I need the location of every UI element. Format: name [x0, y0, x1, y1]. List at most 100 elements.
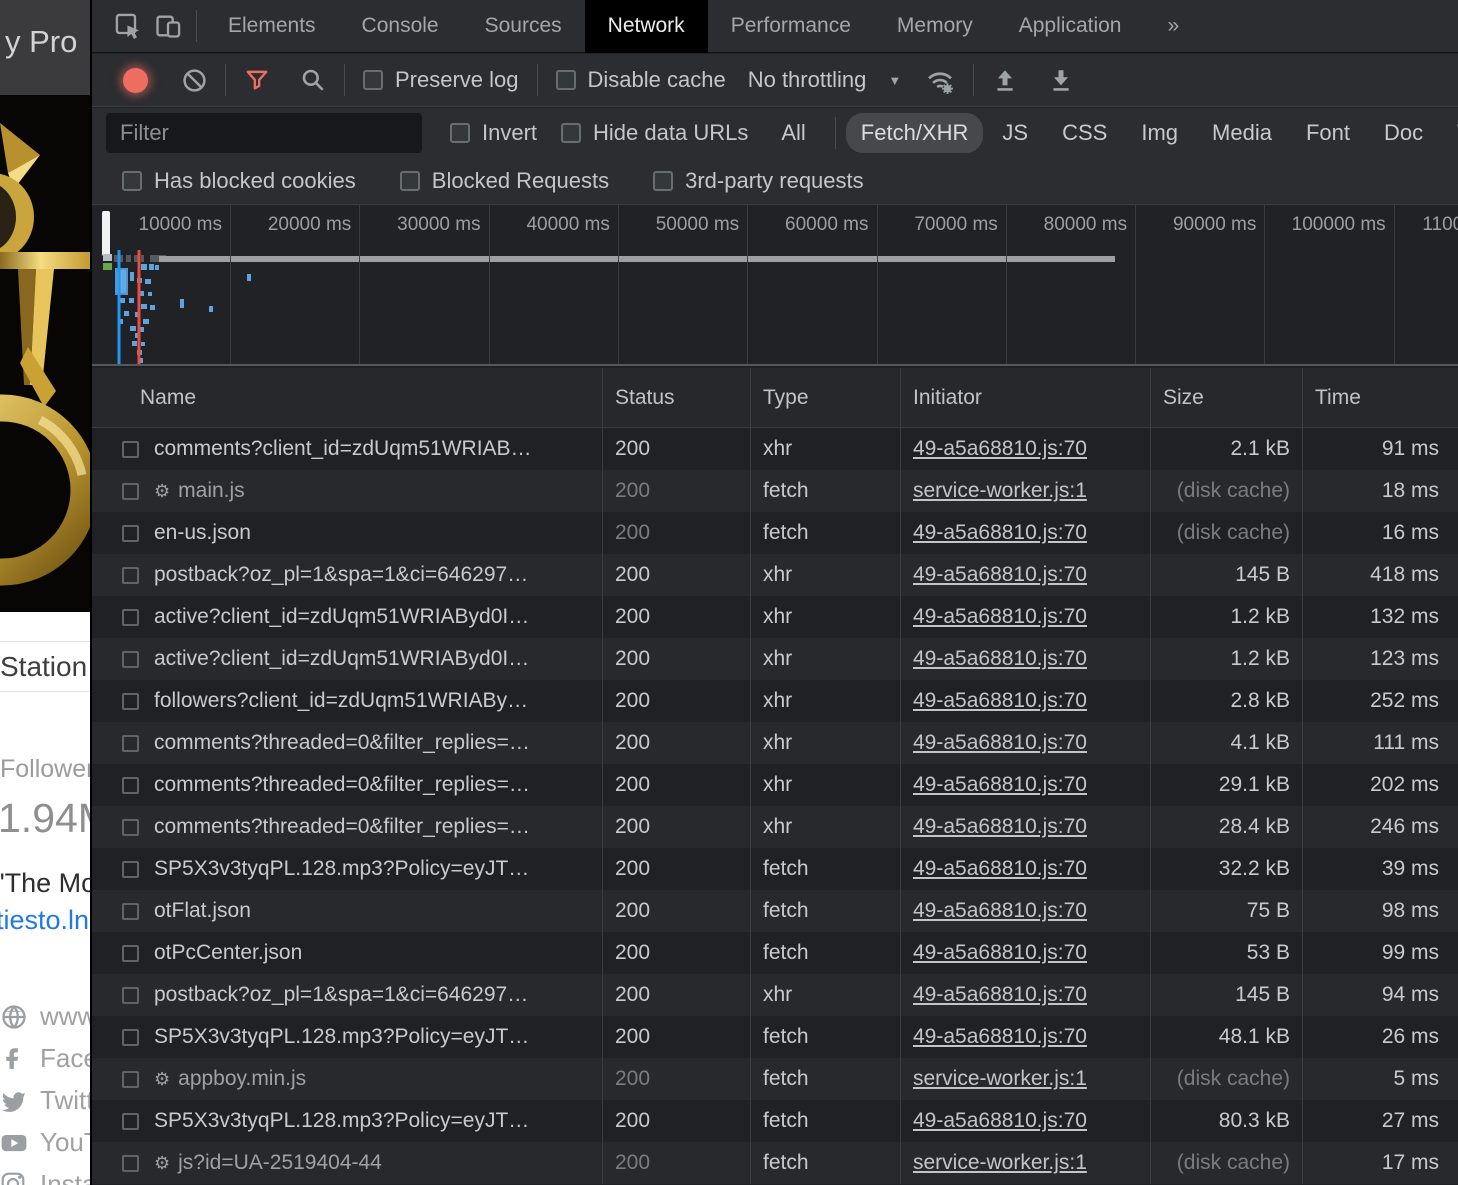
type-filter-media[interactable]: Media: [1197, 113, 1287, 153]
tab-network[interactable]: Network: [585, 0, 708, 53]
row-checkbox[interactable]: [122, 1155, 139, 1172]
table-row[interactable]: comments?threaded=0&filter_replies=…200x…: [92, 722, 1458, 764]
tab-memory[interactable]: Memory: [874, 0, 996, 53]
initiator-link[interactable]: service-worker.js:1: [913, 479, 1087, 503]
record-button[interactable]: [123, 68, 148, 93]
table-row[interactable]: comments?threaded=0&filter_replies=…200x…: [92, 764, 1458, 806]
table-row[interactable]: SP5X3v3tyqPL.128.mp3?Policy=eyJT…200fetc…: [92, 1016, 1458, 1058]
preserve-log-checkbox[interactable]: Preserve log: [363, 67, 519, 93]
row-checkbox[interactable]: [122, 525, 139, 542]
column-header-status[interactable]: Status: [602, 368, 750, 427]
social-link-www[interactable]: www.: [0, 995, 90, 1037]
clear-button[interactable]: [182, 68, 207, 93]
initiator-link[interactable]: 49-a5a68810.js:70: [913, 941, 1087, 965]
initiator-link[interactable]: 49-a5a68810.js:70: [913, 647, 1087, 671]
row-checkbox[interactable]: [122, 987, 139, 1004]
tab-elements[interactable]: Elements: [205, 0, 339, 53]
row-checkbox[interactable]: [122, 1071, 139, 1088]
checkbox[interactable]: [561, 123, 581, 143]
type-filter-fetch-xhr[interactable]: Fetch/XHR: [846, 113, 984, 153]
row-checkbox[interactable]: [122, 819, 139, 836]
table-row[interactable]: SP5X3v3tyqPL.128.mp3?Policy=eyJT…200fetc…: [92, 1100, 1458, 1142]
initiator-link[interactable]: 49-a5a68810.js:70: [913, 773, 1087, 797]
row-checkbox[interactable]: [122, 861, 139, 878]
tab-sources[interactable]: Sources: [462, 0, 585, 53]
filter-blocked-requests-checkbox[interactable]: Blocked Requests: [400, 168, 609, 194]
row-checkbox[interactable]: [122, 441, 139, 458]
table-row[interactable]: active?client_id=zdUqm51WRIAByd0I…200xhr…: [92, 638, 1458, 680]
initiator-link[interactable]: 49-a5a68810.js:70: [913, 605, 1087, 629]
table-row[interactable]: ⚙main.js200fetchservice-worker.js:1(disk…: [92, 470, 1458, 512]
filter-funnel-icon[interactable]: [244, 67, 270, 93]
tab-performance[interactable]: Performance: [708, 0, 874, 53]
disable-cache-checkbox[interactable]: Disable cache: [556, 67, 726, 93]
initiator-link[interactable]: 49-a5a68810.js:70: [913, 1109, 1087, 1133]
hide-data-urls-checkbox[interactable]: Hide data URLs: [561, 120, 748, 146]
search-icon[interactable]: [300, 67, 326, 93]
row-checkbox[interactable]: [122, 735, 139, 752]
checkbox[interactable]: [556, 70, 576, 90]
row-checkbox[interactable]: [122, 903, 139, 920]
tab-application[interactable]: Application: [996, 0, 1145, 53]
device-toolbar-icon[interactable]: [148, 9, 188, 43]
checkbox[interactable]: [450, 123, 470, 143]
inspect-icon[interactable]: [108, 9, 148, 43]
throttling-select[interactable]: No throttling ▼: [748, 67, 902, 93]
table-row[interactable]: ⚙appboy.min.js200fetchservice-worker.js:…: [92, 1058, 1458, 1100]
filter-input[interactable]: [106, 113, 422, 153]
row-checkbox[interactable]: [122, 1029, 139, 1046]
column-header-initiator[interactable]: Initiator: [900, 368, 1150, 427]
social-link-twitte[interactable]: Twitte: [0, 1079, 90, 1121]
initiator-link[interactable]: 49-a5a68810.js:70: [913, 983, 1087, 1007]
column-header-name[interactable]: Name: [92, 368, 602, 427]
column-header-time[interactable]: Time: [1302, 368, 1458, 427]
initiator-link[interactable]: 49-a5a68810.js:70: [913, 899, 1087, 923]
table-row[interactable]: otFlat.json200fetch49-a5a68810.js:7075 B…: [92, 890, 1458, 932]
type-filter-all[interactable]: All: [766, 113, 820, 153]
initiator-link[interactable]: 49-a5a68810.js:70: [913, 521, 1087, 545]
initiator-link[interactable]: service-worker.js:1: [913, 1067, 1087, 1091]
bio-link[interactable]: tiesto.lnk: [0, 905, 90, 936]
row-checkbox[interactable]: [122, 945, 139, 962]
social-link-instag[interactable]: Instag: [0, 1163, 90, 1185]
table-row[interactable]: followers?client_id=zdUqm51WRIABy…200xhr…: [92, 680, 1458, 722]
table-row[interactable]: otPcCenter.json200fetch49-a5a68810.js:70…: [92, 932, 1458, 974]
import-har-icon[interactable]: [992, 67, 1018, 93]
table-row[interactable]: active?client_id=zdUqm51WRIAByd0I…200xhr…: [92, 596, 1458, 638]
table-row[interactable]: postback?oz_pl=1&spa=1&ci=646297…200xhr4…: [92, 974, 1458, 1016]
type-filter-js[interactable]: JS: [987, 113, 1043, 153]
network-conditions-icon[interactable]: [925, 66, 955, 94]
tab-console[interactable]: Console: [339, 0, 462, 53]
row-checkbox[interactable]: [122, 1113, 139, 1130]
type-filter-font[interactable]: Font: [1291, 113, 1365, 153]
initiator-link[interactable]: 49-a5a68810.js:70: [913, 563, 1087, 587]
column-header-type[interactable]: Type: [750, 368, 900, 427]
row-checkbox[interactable]: [122, 777, 139, 794]
initiator-link[interactable]: 49-a5a68810.js:70: [913, 731, 1087, 755]
type-filter-css[interactable]: CSS: [1047, 113, 1122, 153]
type-filter-img[interactable]: Img: [1126, 113, 1193, 153]
type-filter-ws[interactable]: WS: [1442, 113, 1458, 153]
row-checkbox[interactable]: [122, 609, 139, 626]
checkbox[interactable]: [363, 70, 383, 90]
social-link-faceb[interactable]: Faceb: [0, 1037, 90, 1079]
export-har-icon[interactable]: [1048, 67, 1074, 93]
row-checkbox[interactable]: [122, 651, 139, 668]
row-checkbox[interactable]: [122, 693, 139, 710]
column-header-size[interactable]: Size: [1150, 368, 1302, 427]
table-row[interactable]: SP5X3v3tyqPL.128.mp3?Policy=eyJT…200fetc…: [92, 848, 1458, 890]
filter-3rd-party-requests-checkbox[interactable]: 3rd-party requests: [653, 168, 864, 194]
station-tab[interactable]: Station: [0, 641, 90, 692]
row-checkbox[interactable]: [122, 483, 139, 500]
tab-more[interactable]: »: [1144, 0, 1202, 53]
checkbox[interactable]: [400, 171, 420, 191]
initiator-link[interactable]: 49-a5a68810.js:70: [913, 689, 1087, 713]
table-row[interactable]: postback?oz_pl=1&spa=1&ci=646297…200xhr4…: [92, 554, 1458, 596]
network-overview[interactable]: 10000 ms20000 ms30000 ms40000 ms50000 ms…: [92, 205, 1458, 366]
table-row[interactable]: comments?client_id=zdUqm51WRIAB…200xhr49…: [92, 428, 1458, 470]
initiator-link[interactable]: 49-a5a68810.js:70: [913, 815, 1087, 839]
row-checkbox[interactable]: [122, 567, 139, 584]
checkbox[interactable]: [653, 171, 673, 191]
checkbox[interactable]: [122, 171, 142, 191]
filter-has-blocked-cookies-checkbox[interactable]: Has blocked cookies: [122, 168, 356, 194]
